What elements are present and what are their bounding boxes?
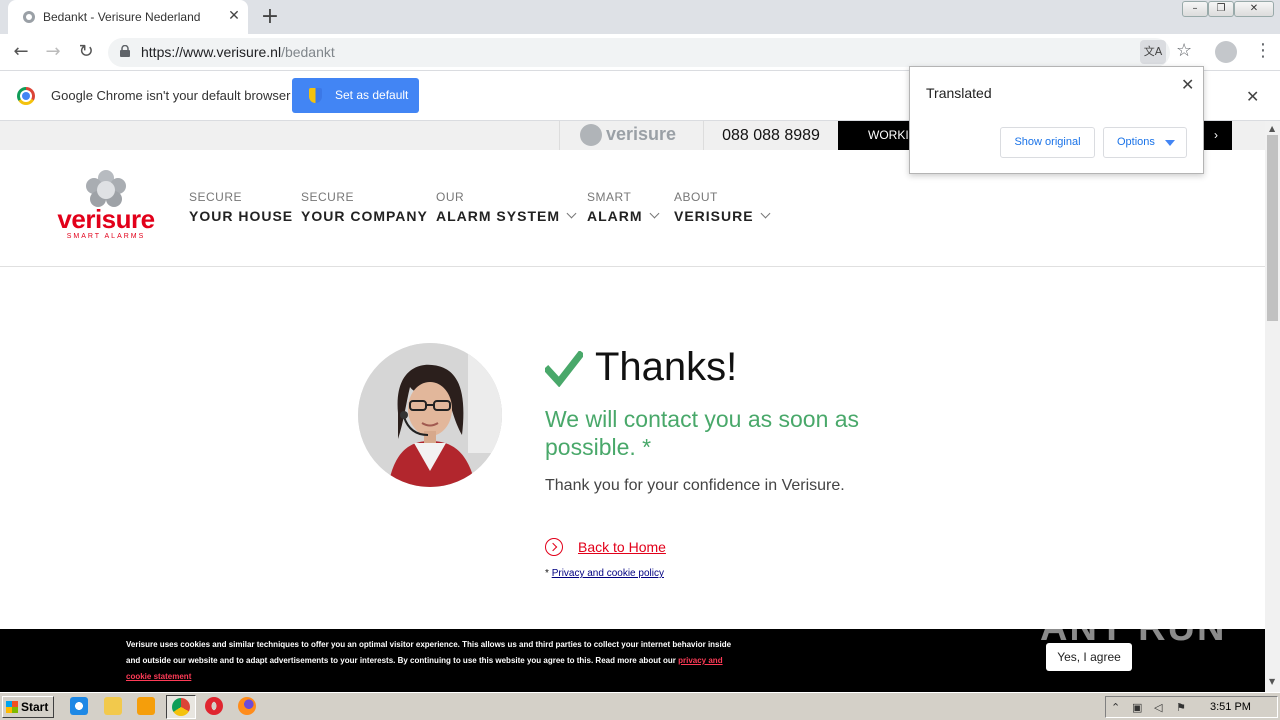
anyrun-watermark: ANY RUN (1040, 607, 1227, 649)
chrome-logo-icon (17, 87, 35, 105)
privacy-asterisk: * (545, 568, 549, 579)
agent-illustration (358, 343, 502, 487)
scroll-thumb[interactable] (1267, 135, 1278, 321)
scroll-up-icon[interactable]: ▲ (1269, 124, 1275, 133)
translate-popup: Translated ✕ Show original Options (909, 66, 1204, 174)
working-label: WORKI (868, 128, 909, 142)
tab-strip: Bedankt - Verisure Nederland ✕ + – ❐ ✕ (0, 0, 1280, 34)
address-bar[interactable]: https://www.verisure.nl/bedankt (108, 38, 1170, 67)
nav-item-label: YOUR COMPANY (301, 208, 428, 224)
back-to-home-label: Back to Home (578, 539, 666, 555)
folder-icon[interactable] (104, 697, 122, 715)
firefox-icon[interactable] (238, 697, 256, 715)
url-text: https://www.verisure.nl/bedankt (141, 44, 335, 60)
network-icon[interactable]: ▣ (1132, 701, 1145, 714)
minimize-button[interactable]: – (1182, 1, 1208, 17)
translate-popup-close-icon[interactable]: ✕ (1181, 75, 1194, 94)
nav-item-your-company[interactable]: SECURE YOUR COMPANY (301, 190, 428, 224)
brand-wordmark: verisure (57, 204, 155, 234)
translate-options-button[interactable]: Options (1103, 127, 1187, 158)
nav-item-label: YOUR HOUSE (189, 208, 294, 224)
nav-item-eyebrow: SMART (587, 190, 632, 204)
page-scrollbar[interactable]: ▲ ▼ (1265, 121, 1280, 692)
media-player-icon[interactable] (137, 697, 155, 715)
privacy-note: * Privacy and cookie policy (545, 568, 664, 579)
nav-item-your-house[interactable]: SECURE YOUR HOUSE (189, 190, 293, 224)
set-default-label: Set as default (335, 88, 409, 102)
reload-button[interactable]: ↻ (75, 41, 97, 63)
chevron-right-icon: › (1214, 128, 1218, 142)
nav-item-label: VERISURE (674, 208, 771, 224)
dropdown-arrow-icon (1165, 140, 1175, 146)
verisure-favicon-icon (23, 11, 35, 23)
thanks-subtitle: We will contact you as soon as possible.… (545, 406, 860, 460)
nav-item-eyebrow: OUR (436, 190, 465, 204)
nav-item-alarm-system[interactable]: OUR ALARM SYSTEM (436, 190, 577, 224)
thanks-heading: Thanks! (595, 345, 738, 389)
infobar-close-icon[interactable]: ✕ (1246, 87, 1259, 106)
topstrip-logo-word: verisure (606, 124, 677, 144)
profile-avatar-icon[interactable] (1215, 41, 1237, 63)
scroll-down-icon[interactable]: ▼ (1269, 677, 1275, 686)
tray-expand-icon[interactable]: ⌃ (1111, 701, 1124, 714)
verisure-logo[interactable]: verisure SMART ALARMS (48, 166, 164, 246)
tab-close-icon[interactable]: ✕ (226, 8, 242, 24)
start-button[interactable]: Start (2, 696, 54, 718)
chevron-circle-right-icon (545, 538, 563, 556)
back-button[interactable]: ← (10, 41, 32, 63)
browser-tab[interactable]: Bedankt - Verisure Nederland ✕ (8, 0, 248, 34)
phone-number[interactable]: 088 088 8989 (704, 121, 838, 150)
cookie-message: Verisure uses cookies and similar techni… (126, 637, 746, 685)
windows-logo-icon (6, 701, 18, 713)
opera-icon[interactable] (205, 697, 223, 715)
thanks-body-text: Thank you for your confidence in Verisur… (545, 477, 845, 494)
nav-item-label: ALARM SYSTEM (436, 208, 577, 224)
tab-title: Bedankt - Verisure Nederland (43, 10, 201, 24)
translate-popup-title: Translated (926, 85, 992, 101)
nav-item-label: ALARM (587, 208, 659, 224)
nav-item-eyebrow: ABOUT (674, 190, 718, 204)
verisure-flower-icon (580, 124, 602, 146)
window-close-button[interactable]: ✕ (1234, 1, 1274, 17)
nav-item-eyebrow: SECURE (189, 190, 243, 204)
chrome-taskbar-icon[interactable] (172, 698, 190, 716)
forward-button[interactable]: → (42, 41, 64, 63)
translate-icon[interactable]: 文A (1140, 40, 1166, 64)
checkmark-icon (545, 351, 583, 387)
chevron-down-icon (566, 208, 577, 219)
options-label: Options (1117, 136, 1155, 148)
windows-taskbar: Start ⌃ ▣ ◁ ⚑ 3:51 PM (0, 692, 1280, 720)
set-default-button[interactable]: Set as default (292, 78, 419, 113)
cookie-text: Verisure uses cookies and similar techni… (126, 640, 732, 665)
bookmark-star-icon[interactable]: ☆ (1176, 40, 1192, 61)
page-viewport: verisure 088 088 8989 WORKI › verisure S… (0, 121, 1265, 692)
taskbar-clock[interactable]: 3:51 PM (1210, 701, 1251, 713)
chrome-menu-icon[interactable]: ⋮ (1254, 40, 1272, 61)
action-center-flag-icon[interactable]: ⚑ (1176, 701, 1189, 714)
internet-explorer-icon[interactable] (70, 697, 88, 715)
nav-item-eyebrow: SECURE (301, 190, 355, 204)
agent-photo (358, 343, 502, 487)
new-tab-button[interactable]: + (259, 4, 281, 29)
chevron-down-icon (649, 208, 659, 219)
show-original-button[interactable]: Show original (1000, 127, 1095, 158)
chevron-down-icon (760, 208, 771, 219)
infobar-message: Google Chrome isn't your default browser (51, 88, 291, 103)
privacy-policy-link[interactable]: Privacy and cookie policy (552, 568, 664, 579)
nav-item-about-verisure[interactable]: ABOUT VERISURE (674, 190, 771, 224)
restore-button[interactable]: ❐ (1208, 1, 1234, 17)
system-tray: ⌃ ▣ ◁ ⚑ 3:51 PM (1105, 696, 1278, 718)
topstrip-logo[interactable]: verisure (559, 121, 704, 150)
volume-icon[interactable]: ◁ (1154, 701, 1167, 714)
lock-icon (120, 45, 130, 57)
nav-item-smart-alarm[interactable]: SMART ALARM (587, 190, 659, 224)
start-label: Start (21, 700, 49, 714)
uac-shield-icon (309, 88, 322, 103)
brand-tagline: SMART ALARMS (66, 233, 146, 240)
